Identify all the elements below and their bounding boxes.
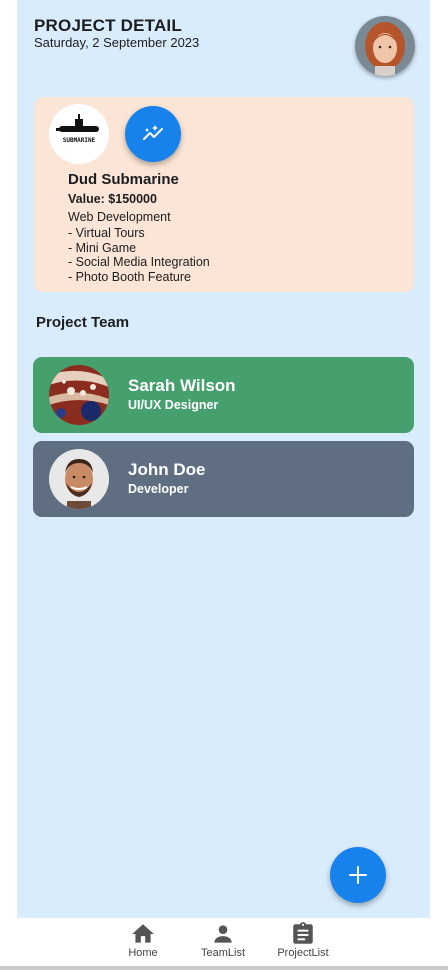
screen-background: PROJECT DETAIL Saturday, 2 September 202… <box>17 0 430 918</box>
analytics-button[interactable] <box>125 106 181 162</box>
project-name: Dud Submarine <box>68 171 179 188</box>
member-photo <box>49 365 109 425</box>
bottom-navigation: Home TeamList ProjectList <box>0 918 448 966</box>
person-icon <box>214 925 232 943</box>
member-name: Sarah Wilson <box>128 376 236 395</box>
project-info: Dud Submarine Value: $150000 Web Develop… <box>68 171 210 284</box>
plus-icon <box>349 866 367 884</box>
page-date: Saturday, 2 September 2023 <box>34 35 200 50</box>
profile-photo <box>355 16 415 76</box>
member-role: UI/UX Designer <box>128 398 219 412</box>
team-member-card[interactable]: John Doe Developer <box>33 441 414 517</box>
nav-label: ProjectList <box>277 947 329 959</box>
system-bar <box>0 966 448 970</box>
feature-item: - Virtual Tours <box>68 226 145 240</box>
nav-item-projectlist[interactable]: ProjectList <box>268 921 338 959</box>
nav-label: Home <box>128 947 158 959</box>
profile-avatar[interactable] <box>355 16 415 76</box>
feature-item: - Mini Game <box>68 240 137 255</box>
home-icon <box>132 924 154 943</box>
submarine-icon: SUBMARINE <box>56 114 99 144</box>
project-category: Web Development <box>68 210 171 224</box>
feature-list: - Virtual Tours - Mini Game - Social Med… <box>68 226 210 284</box>
project-logo: SUBMARINE <box>49 104 109 164</box>
feature-item: - Photo Booth Feature <box>68 269 191 284</box>
member-avatar <box>49 365 109 425</box>
member-name: John Doe <box>128 460 206 479</box>
member-role: Developer <box>128 482 189 496</box>
project-card: SUBMARINE Dud Submarine Value: $150000 W… <box>34 97 414 292</box>
clipboard-icon <box>293 922 313 944</box>
member-avatar <box>49 449 109 509</box>
nav-label: TeamList <box>200 947 246 959</box>
project-team-heading: Project Team <box>36 314 130 331</box>
feature-item: - Social Media Integration <box>68 255 210 270</box>
member-photo <box>49 449 109 509</box>
nav-item-teamlist[interactable]: TeamList <box>188 921 258 959</box>
nav-item-home[interactable]: Home <box>108 921 178 959</box>
project-value: Value: $150000 <box>68 192 157 206</box>
page-title: PROJECT DETAIL <box>34 16 182 35</box>
auto-graph-icon <box>143 125 163 140</box>
team-member-card[interactable]: Sarah Wilson UI/UX Designer <box>33 357 414 433</box>
add-button[interactable] <box>330 847 386 903</box>
logo-text: SUBMARINE <box>63 137 96 144</box>
